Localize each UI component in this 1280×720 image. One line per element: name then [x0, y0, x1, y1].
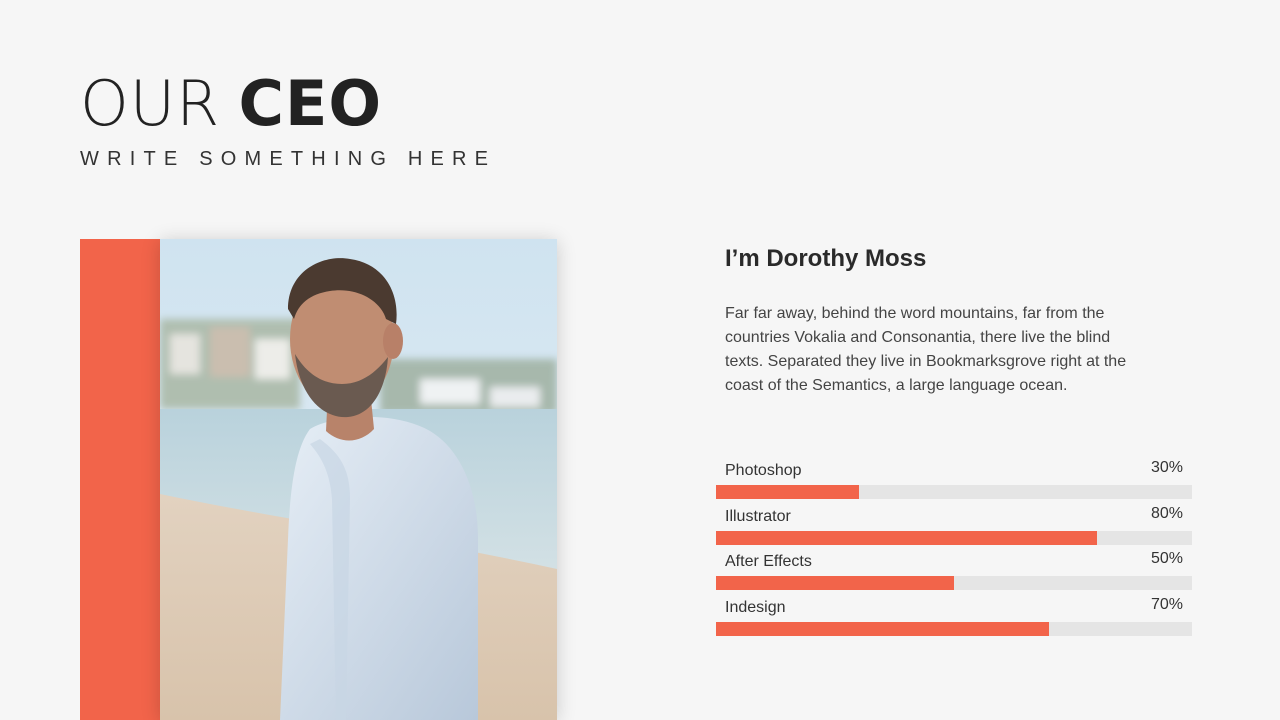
- title-bold: CEO: [238, 67, 383, 140]
- ceo-photo: [160, 239, 557, 720]
- skill-label: Illustrator: [725, 507, 791, 525]
- skill-progress-track: [716, 530, 1192, 545]
- ceo-name: I’m Dorothy Moss: [725, 245, 927, 272]
- skill-percent: 50%: [1150, 550, 1183, 567]
- skill-label: After Effects: [725, 553, 812, 570]
- skill-progress-track: [716, 621, 1192, 636]
- skill-percent: 80%: [1150, 504, 1183, 522]
- skill-label: Indesign: [725, 598, 786, 616]
- skill-row-indesign: Indesign 70%: [716, 595, 1192, 641]
- skill-percent: 70%: [1150, 595, 1183, 613]
- page-title: OUR CEO: [80, 68, 382, 141]
- skills-list: Photoshop 30% Illustrator 80% After Effe…: [716, 458, 1192, 640]
- skill-progress-track: [716, 576, 1192, 590]
- title-light: OUR: [80, 67, 221, 140]
- skill-row-illustrator: Illustrator 80%: [716, 504, 1192, 550]
- accent-bar: [80, 239, 160, 720]
- skill-progress-fill: [716, 576, 954, 590]
- skill-progress-fill: [716, 621, 1050, 636]
- skill-percent: 30%: [1150, 459, 1183, 476]
- skill-progress-fill: [716, 485, 859, 499]
- skill-progress-fill: [716, 530, 1097, 545]
- skill-label: Photoshop: [725, 462, 802, 479]
- skill-row-after-effects: After Effects 50%: [716, 549, 1192, 595]
- skill-progress-track: [716, 485, 1192, 499]
- ceo-bio: Far far away, behind the word mountains,…: [725, 305, 1127, 394]
- page-subtitle: WRITE SOMETHING HERE: [80, 148, 497, 170]
- skill-row-photoshop: Photoshop 30%: [716, 458, 1192, 504]
